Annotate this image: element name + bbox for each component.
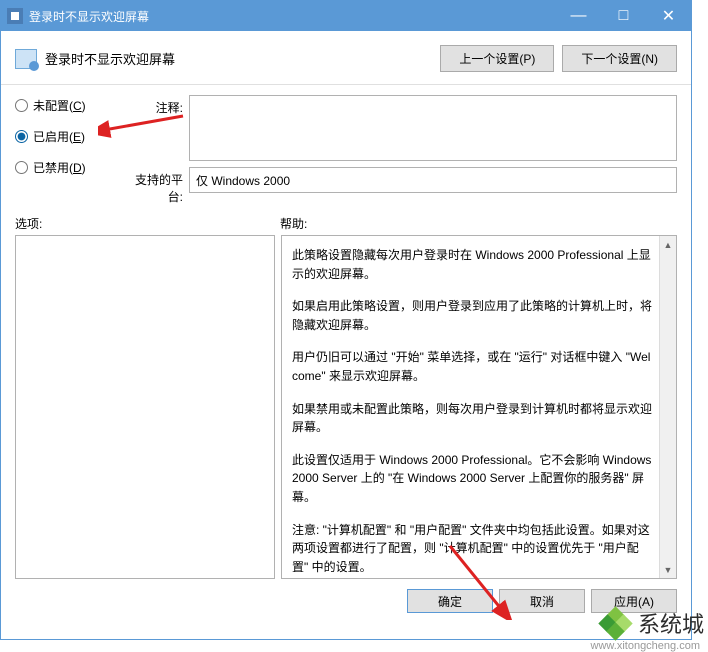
help-p3: 用户仍旧可以通过 "开始" 菜单选择，或在 "运行" 对话框中键入 "Welco… [292, 348, 654, 385]
scroll-up-icon[interactable]: ▲ [660, 236, 676, 253]
radio-disabled[interactable]: 已禁用(D) [15, 159, 115, 176]
help-p2: 如果启用此策略设置，则用户登录到应用了此策略的计算机上时，将隐藏欢迎屏幕。 [292, 297, 654, 334]
help-p1: 此策略设置隐藏每次用户登录时在 Windows 2000 Professiona… [292, 246, 654, 283]
platform-field [189, 167, 677, 193]
help-p5: 此设置仅适用于 Windows 2000 Professional。它不会影响 … [292, 451, 654, 507]
cancel-label: 取消 [530, 595, 554, 609]
state-radios: 未配置(C) 已启用(E) 已禁用(D) [15, 95, 115, 211]
options-label: 选项: [15, 215, 280, 232]
ok-label: 确定 [438, 595, 462, 609]
section-labels: 选项: 帮助: [1, 211, 691, 235]
minimize-button[interactable]: — [556, 1, 601, 31]
help-text[interactable]: 此策略设置隐藏每次用户登录时在 Windows 2000 Professiona… [282, 236, 676, 578]
help-p6: 注意: "计算机配置" 和 "用户配置" 文件夹中均包括此设置。如果对这两项设置… [292, 521, 654, 577]
maximize-button[interactable]: □ [601, 1, 646, 31]
radio-enabled-input[interactable] [15, 130, 28, 143]
policy-large-icon [15, 49, 37, 69]
fields: 注释: 支持的平台: [123, 95, 677, 211]
radio-not-configured[interactable]: 未配置(C) [15, 97, 115, 114]
scroll-down-icon[interactable]: ▼ [660, 561, 676, 578]
prev-setting-label: 上一个设置(P) [459, 52, 535, 66]
help-panel: 此策略设置隐藏每次用户登录时在 Windows 2000 Professiona… [281, 235, 677, 579]
watermark-url: www.xitongcheng.com [591, 640, 700, 652]
platform-row: 支持的平台: [123, 167, 677, 205]
ok-button[interactable]: 确定 [407, 589, 493, 613]
help-p4: 如果禁用或未配置此策略，则每次用户登录到计算机时都将显示欢迎屏幕。 [292, 400, 654, 437]
config-area: 未配置(C) 已启用(E) 已禁用(D) 注释: 支持的平台: [1, 95, 691, 211]
close-button[interactable]: ✕ [646, 1, 691, 31]
comment-row: 注释: [123, 95, 677, 161]
next-setting-button[interactable]: 下一个设置(N) [562, 45, 677, 72]
next-setting-label: 下一个设置(N) [581, 52, 658, 66]
prev-setting-button[interactable]: 上一个设置(P) [440, 45, 554, 72]
cancel-button[interactable]: 取消 [499, 589, 585, 613]
panels: 此策略设置隐藏每次用户登录时在 Windows 2000 Professiona… [1, 235, 691, 579]
comment-label: 注释: [123, 95, 189, 116]
help-scrollbar[interactable]: ▲ ▼ [659, 236, 676, 578]
platform-label: 支持的平台: [123, 167, 189, 205]
titlebar[interactable]: 登录时不显示欢迎屏幕 — □ ✕ [1, 1, 691, 31]
window-title: 登录时不显示欢迎屏幕 [29, 8, 556, 25]
radio-not-configured-input[interactable] [15, 99, 28, 112]
apply-button[interactable]: 应用(A) [591, 589, 677, 613]
radio-enabled[interactable]: 已启用(E) [15, 128, 115, 145]
separator [1, 84, 691, 85]
comment-textarea[interactable] [189, 95, 677, 161]
help-label: 帮助: [280, 215, 307, 232]
apply-label: 应用(A) [614, 595, 654, 609]
radio-disabled-input[interactable] [15, 161, 28, 174]
dialog-window: 登录时不显示欢迎屏幕 — □ ✕ 登录时不显示欢迎屏幕 上一个设置(P) 下一个… [0, 0, 692, 640]
policy-title: 登录时不显示欢迎屏幕 [45, 49, 432, 68]
header: 登录时不显示欢迎屏幕 上一个设置(P) 下一个设置(N) [1, 31, 691, 80]
footer: 确定 取消 应用(A) [1, 579, 691, 623]
options-panel [15, 235, 275, 579]
policy-icon [7, 8, 23, 24]
